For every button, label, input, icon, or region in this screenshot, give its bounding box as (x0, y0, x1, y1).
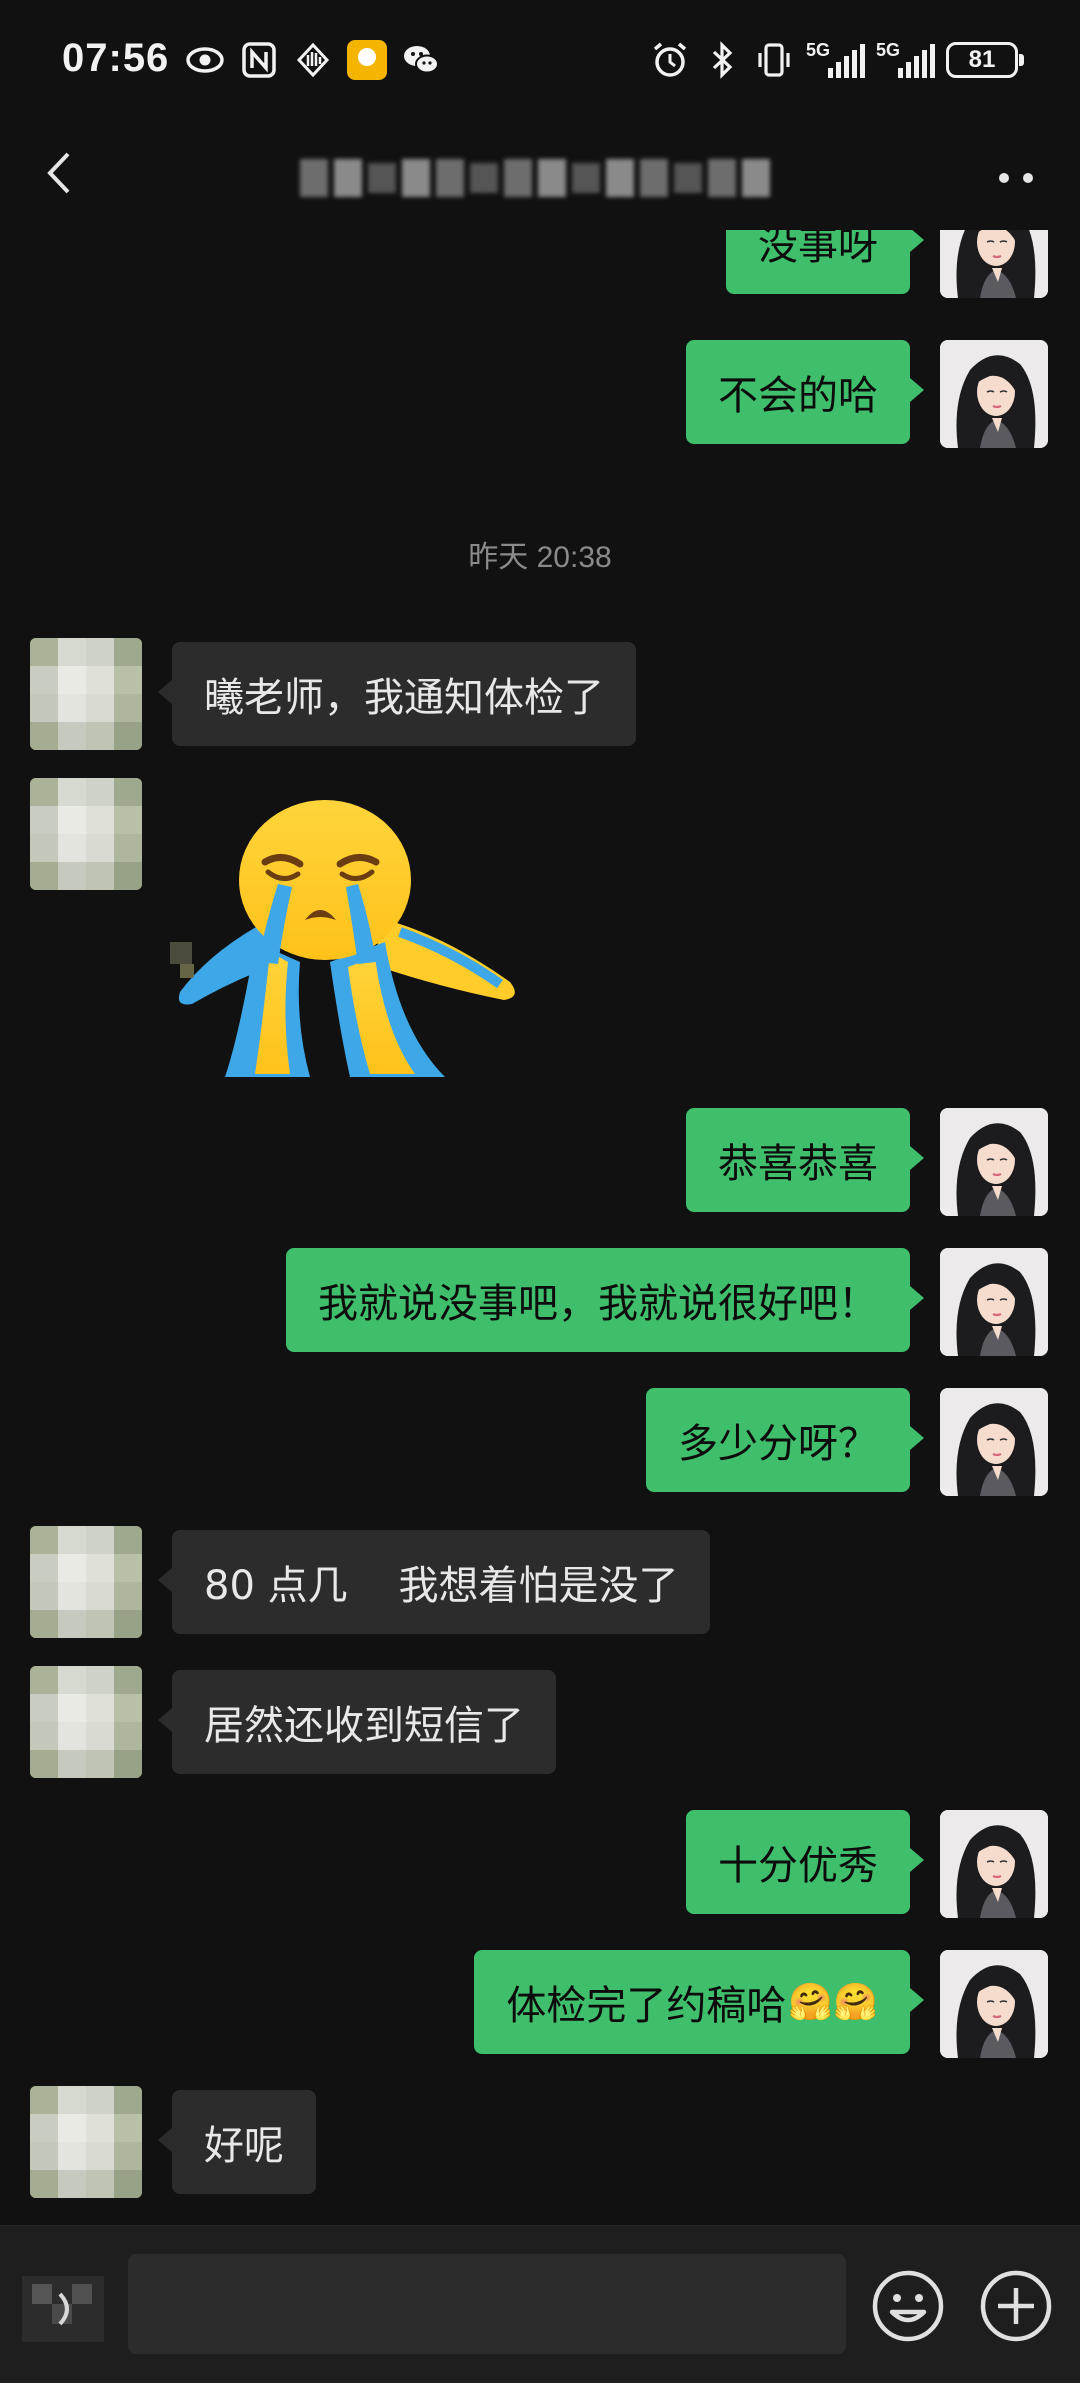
avatar[interactable] (940, 1108, 1048, 1216)
message-bubble-sent[interactable]: 恭喜恭喜 (686, 1108, 924, 1212)
alarm-icon (650, 40, 690, 80)
voice-icon[interactable] (22, 2268, 104, 2350)
chat-title (300, 148, 770, 208)
message-text: 多少分呀？ (678, 1421, 878, 1467)
portrait-avatar-icon (940, 1388, 1048, 1496)
message-row: 不会的哈 (0, 340, 1080, 450)
message-text: 没事呀 (758, 230, 878, 269)
more-dots-icon[interactable] (996, 170, 1036, 184)
signal-5g-icon: 5G (876, 40, 935, 80)
message-row: 曦老师，我通知体检了 (0, 638, 1080, 750)
status-icons-left (185, 38, 441, 82)
eye-icon (185, 40, 225, 80)
avatar[interactable] (30, 1526, 142, 1638)
avatar[interactable] (940, 340, 1048, 448)
message-row: 恭喜恭喜 (0, 1108, 1080, 1218)
message-bubble-received[interactable]: 曦老师，我通知体检了 (158, 642, 636, 746)
message-text: 居然还收到短信了 (204, 1703, 524, 1749)
message-text: 好呢 (204, 2123, 284, 2169)
battery-level: 81 (968, 46, 996, 73)
message-bubble-received[interactable]: 好呢 (158, 2090, 316, 2194)
avatar[interactable] (940, 230, 1048, 298)
avatar[interactable] (940, 1950, 1048, 2058)
portrait-avatar-icon (940, 1810, 1048, 1918)
message-text: 曦老师，我通知体检了 (204, 675, 604, 721)
avatar[interactable] (940, 1388, 1048, 1496)
message-bubble-sent[interactable]: 多少分呀？ (646, 1388, 924, 1492)
status-bar: 07:56 5G 5G 81 (0, 0, 1080, 120)
message-row: 多少分呀？ (0, 1388, 1080, 1498)
message-text: 80 点几 我想着怕是没了 (204, 1563, 679, 1609)
message-input-bar (0, 2225, 1080, 2383)
avatar[interactable] (940, 1810, 1048, 1918)
message-timestamp: 昨天 20:38 (468, 541, 612, 574)
message-row: 居然还收到短信了 (0, 1666, 1080, 1778)
crying-emoji-sticker[interactable] (170, 792, 530, 1092)
message-row: 好呢 (0, 2086, 1080, 2198)
message-row: 体检完了约稿哈 🤗🤗 (0, 1950, 1080, 2060)
network-label: 5G (876, 40, 901, 60)
bluetooth-icon (702, 40, 742, 80)
message-row: 没事呀 (0, 230, 1080, 310)
portrait-avatar-icon (940, 340, 1048, 448)
message-row: 80 点几 我想着怕是没了 (0, 1526, 1080, 1638)
message-bubble-sent[interactable]: 不会的哈 (686, 340, 924, 444)
message-bubble-received[interactable]: 80 点几 我想着怕是没了 (157, 1530, 711, 1634)
portrait-avatar-icon (940, 1108, 1048, 1216)
portrait-avatar-icon (940, 230, 1048, 298)
message-text: 不会的哈 (718, 373, 878, 419)
portrait-avatar-icon (940, 1248, 1048, 1356)
status-icons-right: 5G 5G 81 (650, 38, 1024, 82)
signal-5g-icon: 5G (806, 40, 865, 80)
message-text: 体检完了约稿哈 (506, 1983, 787, 2029)
portrait-avatar-icon (940, 1950, 1048, 2058)
message-input[interactable] (128, 2254, 846, 2354)
message-row: 十分优秀 (0, 1810, 1080, 1920)
hand-icon (293, 40, 333, 80)
plus-circle-icon[interactable] (978, 2268, 1054, 2344)
vibrate-icon (754, 40, 794, 80)
message-text: 恭喜恭喜 (718, 1141, 878, 1187)
message-bubble-sent[interactable]: 没事呀 (726, 230, 924, 294)
message-bubble-sent[interactable]: 我就说没事吧，我就说很好吧！ (286, 1248, 924, 1352)
message-row (0, 778, 1080, 1098)
message-bubble-received[interactable]: 居然还收到短信了 (158, 1670, 556, 1774)
avatar[interactable] (30, 638, 142, 750)
hug-emoji: 🤗🤗 (788, 1982, 878, 2023)
wechat-icon (401, 40, 441, 80)
avatar[interactable] (30, 2086, 142, 2198)
nfc-icon (239, 40, 279, 80)
status-time: 07:56 (62, 36, 170, 80)
avatar[interactable] (30, 1666, 142, 1778)
emoji-smile-icon[interactable] (870, 2268, 946, 2344)
chat-header (0, 120, 1080, 230)
message-bubble-sent[interactable]: 体检完了约稿哈 🤗🤗 (474, 1950, 924, 2054)
message-text: 我就说没事吧，我就说很好吧！ (318, 1281, 878, 1327)
avatar[interactable] (940, 1248, 1048, 1356)
message-text: 十分优秀 (718, 1843, 878, 1889)
chat-message-list[interactable]: 没事呀 不会的哈 昨天 20:38 曦老师，我通知体检了 恭喜恭喜 我就说没事吧… (0, 230, 1080, 2225)
message-row: 我就说没事吧，我就说很好吧！ (0, 1248, 1080, 1358)
network-label: 5G (806, 40, 831, 60)
chevron-left-icon[interactable] (40, 148, 80, 198)
app-badge-icon (347, 40, 387, 80)
avatar[interactable] (30, 778, 142, 890)
message-bubble-sent[interactable]: 十分优秀 (686, 1810, 924, 1914)
battery-icon: 81 (946, 42, 1024, 78)
